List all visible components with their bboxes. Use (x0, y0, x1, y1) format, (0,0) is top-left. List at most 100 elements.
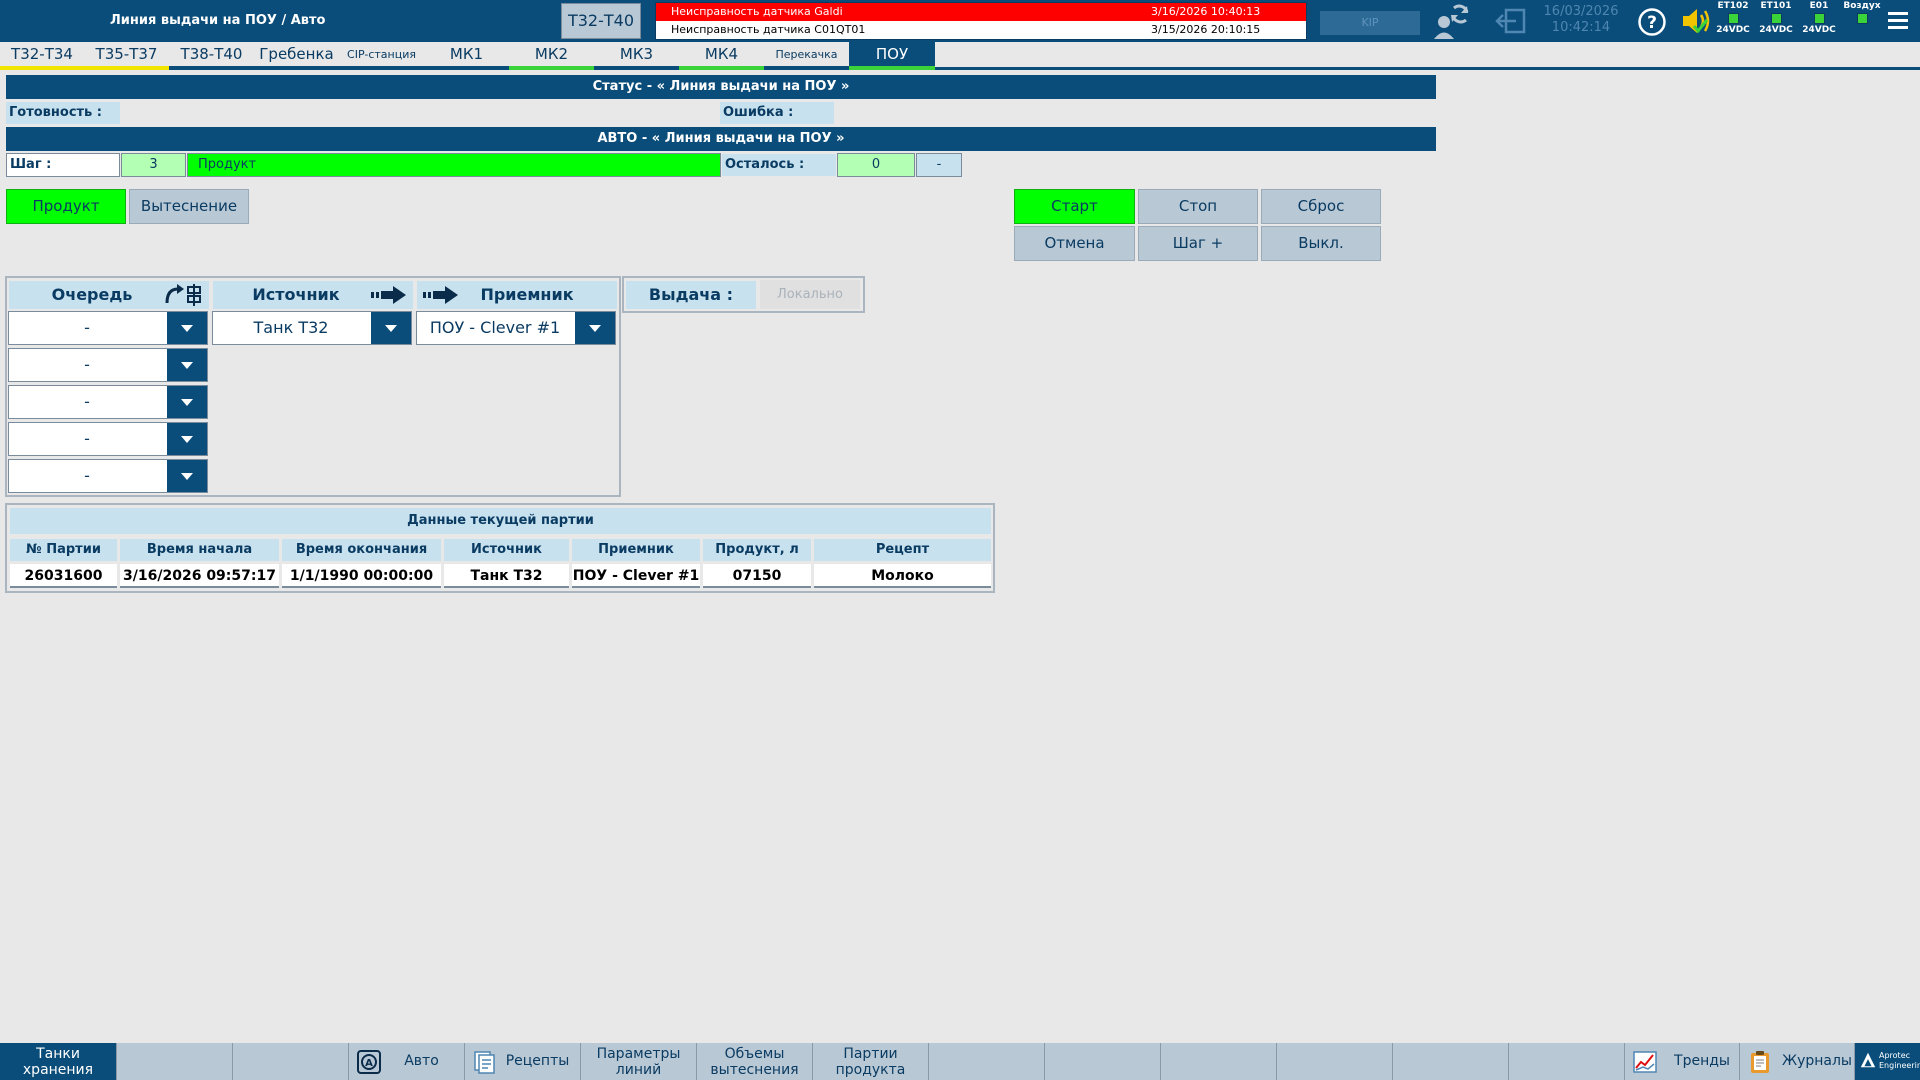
tab-mk1[interactable]: МК1 (424, 42, 509, 70)
svg-text:?: ? (1647, 13, 1657, 33)
table-header: Рецепт (814, 539, 991, 561)
dropdown-value: - (84, 429, 90, 448)
source-dropdown[interactable]: Танк Т32 (212, 311, 412, 345)
sync-user-icon[interactable] (1430, 2, 1470, 40)
chevron-down-icon[interactable] (167, 312, 207, 344)
error-label: Ошибка : (720, 102, 834, 124)
logout-icon[interactable] (1494, 8, 1526, 34)
io-name: E01 (1809, 1, 1829, 11)
displace-mode-button[interactable]: Вытеснение (129, 189, 249, 224)
queue-dropdown[interactable]: - (8, 459, 208, 493)
dropdown-value: ПОУ - Clever #1 (429, 318, 561, 337)
table-header: Время окончания (282, 539, 441, 561)
auto-button[interactable]: A Авто (349, 1043, 465, 1080)
status-led-icon (1856, 13, 1868, 24)
source-arrow-icon (371, 286, 406, 304)
chevron-down-icon[interactable] (167, 423, 207, 455)
alarm-time: 3/15/2026 20:10:15 (1151, 23, 1261, 36)
table-header: Время начала (120, 539, 279, 561)
off-button[interactable]: Выкл. (1261, 226, 1381, 261)
table-cell-recipe: Молоко (814, 564, 991, 588)
source-header: Источник (213, 281, 413, 309)
io-label: 24VDC (1759, 25, 1793, 35)
displace-volumes-button[interactable]: Объемы вытеснения (697, 1043, 813, 1080)
tab-grebenka[interactable]: Гребенка (254, 42, 339, 70)
empty-footer-slot (1161, 1043, 1277, 1080)
step-name: Продукт (187, 153, 721, 177)
io-name: Воздух (1843, 1, 1881, 11)
alarm-panel[interactable]: Неисправность датчика Galdi 3/16/2026 10… (655, 2, 1307, 40)
page-title: Линия выдачи на ПОУ / Авто (110, 13, 326, 28)
tab-t32-t34[interactable]: Т32-Т34 (0, 42, 84, 70)
tab-t35-t37[interactable]: Т35-Т37 (84, 42, 169, 70)
tab-perekachka[interactable]: Перекачка (764, 42, 849, 70)
area-button[interactable]: Т32-Т40 (561, 3, 641, 39)
tab-mk3[interactable]: МК3 (594, 42, 679, 70)
local-button[interactable]: Локально (760, 280, 860, 309)
tab-pou[interactable]: ПОУ (849, 42, 935, 70)
queue-dropdown[interactable]: - (8, 422, 208, 456)
queue-dropdown[interactable]: - (8, 385, 208, 419)
stop-button[interactable]: Стоп (1138, 189, 1258, 224)
trends-button[interactable]: Тренды (1625, 1043, 1740, 1080)
alarm-row[interactable]: Неисправность датчика C01QT01 3/15/2026 … (656, 21, 1306, 39)
product-mode-button[interactable]: Продукт (6, 189, 126, 224)
kip-button[interactable]: KIP (1320, 11, 1420, 35)
chevron-down-icon[interactable] (167, 386, 207, 418)
header: Линия выдачи на ПОУ / Авто Т32-Т40 Неисп… (0, 0, 1920, 42)
chevron-down-icon[interactable] (167, 349, 207, 381)
auto-title: АВТО - « Линия выдачи на ПОУ » (6, 127, 1436, 151)
dropdown-value: - (84, 466, 90, 485)
tab-mk2[interactable]: МК2 (509, 42, 594, 70)
table-cell-source: Танк Т32 (444, 564, 569, 588)
step-label: Шаг : (6, 153, 120, 177)
receiver-header-label: Приемник (480, 285, 574, 304)
ready-value (120, 102, 720, 124)
brand-logo-icon (1860, 1052, 1876, 1068)
menu-icon[interactable] (1888, 12, 1908, 30)
reset-button[interactable]: Сброс (1261, 189, 1381, 224)
queue-shift-icon[interactable] (163, 283, 205, 307)
chevron-down-icon[interactable] (575, 312, 615, 344)
start-button[interactable]: Старт (1014, 189, 1135, 224)
alarm-row[interactable]: Неисправность датчика Galdi 3/16/2026 10… (656, 3, 1306, 21)
tanks-button[interactable]: Танки хранения (0, 1043, 117, 1080)
empty-footer-slot (1277, 1043, 1393, 1080)
empty-footer-slot (1045, 1043, 1161, 1080)
journals-button[interactable]: Журналы (1740, 1043, 1855, 1080)
brand-name: Aprotec Engineering (1879, 1051, 1920, 1070)
step-plus-button[interactable]: Шаг + (1138, 226, 1258, 261)
step-number: 3 (121, 153, 186, 177)
queue-dropdown[interactable]: - (8, 311, 208, 345)
tab-cip[interactable]: CIP-станция (339, 42, 424, 70)
table-cell-batch-no: 26031600 (10, 564, 117, 588)
io-status-et102: ET102 24VDC (1713, 1, 1753, 35)
clock-date: 16/03/2026 (1543, 4, 1619, 19)
product-batches-button[interactable]: Партии продукта (813, 1043, 929, 1080)
empty-footer-slot (1509, 1043, 1625, 1080)
table-cell-end-time: 1/1/1990 00:00:00 (282, 564, 441, 588)
recipes-button[interactable]: Рецепты (465, 1043, 581, 1080)
cancel-button[interactable]: Отмена (1014, 226, 1135, 261)
batch-title: Данные текущей партии (10, 508, 991, 534)
chevron-down-icon[interactable] (371, 312, 411, 344)
empty-footer-slot (233, 1043, 349, 1080)
receiver-arrow-icon (423, 286, 458, 304)
table-cell-start-time: 3/16/2026 09:57:17 (120, 564, 279, 588)
chevron-down-icon[interactable] (167, 460, 207, 492)
sound-icon[interactable] (1680, 6, 1712, 36)
queue-header-label: Очередь (51, 285, 133, 304)
receiver-dropdown[interactable]: ПОУ - Clever #1 (416, 311, 616, 345)
line-params-button[interactable]: Параметры линий (581, 1043, 697, 1080)
alarm-time: 3/16/2026 10:40:13 (1151, 5, 1261, 18)
tab-t38-t40[interactable]: Т38-Т40 (169, 42, 254, 70)
io-label: 24VDC (1802, 25, 1836, 35)
table-cell-receiver: ПОУ - Clever #1 (572, 564, 700, 588)
source-header-label: Источник (252, 285, 340, 304)
tab-mk4[interactable]: МК4 (679, 42, 764, 70)
remaining-label: Осталось : (722, 154, 836, 176)
queue-dropdown[interactable]: - (8, 348, 208, 382)
io-name: ET101 (1760, 1, 1792, 11)
help-icon[interactable]: ? (1638, 8, 1666, 36)
clock-time: 10:42:14 (1551, 20, 1611, 35)
